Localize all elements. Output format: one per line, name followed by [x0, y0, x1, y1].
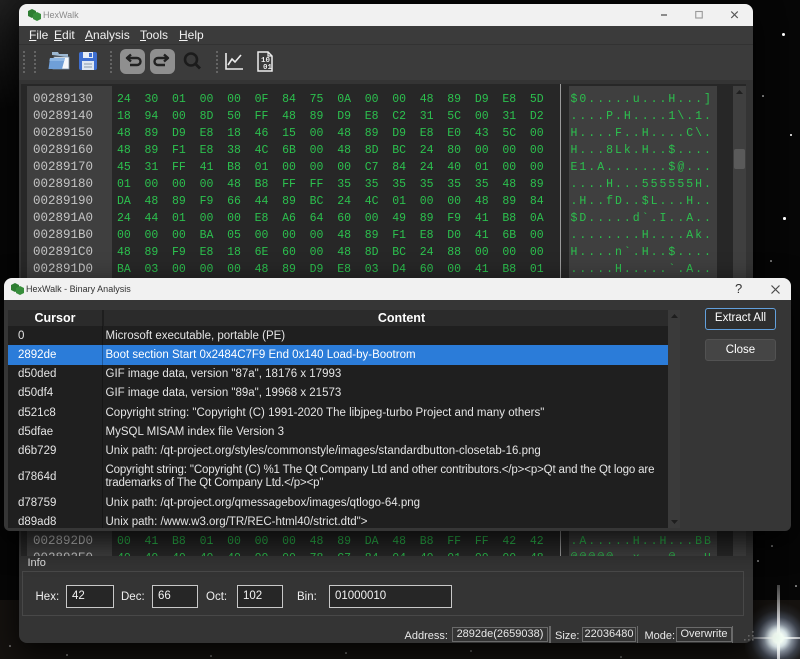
svg-text:01: 01 [263, 64, 273, 72]
